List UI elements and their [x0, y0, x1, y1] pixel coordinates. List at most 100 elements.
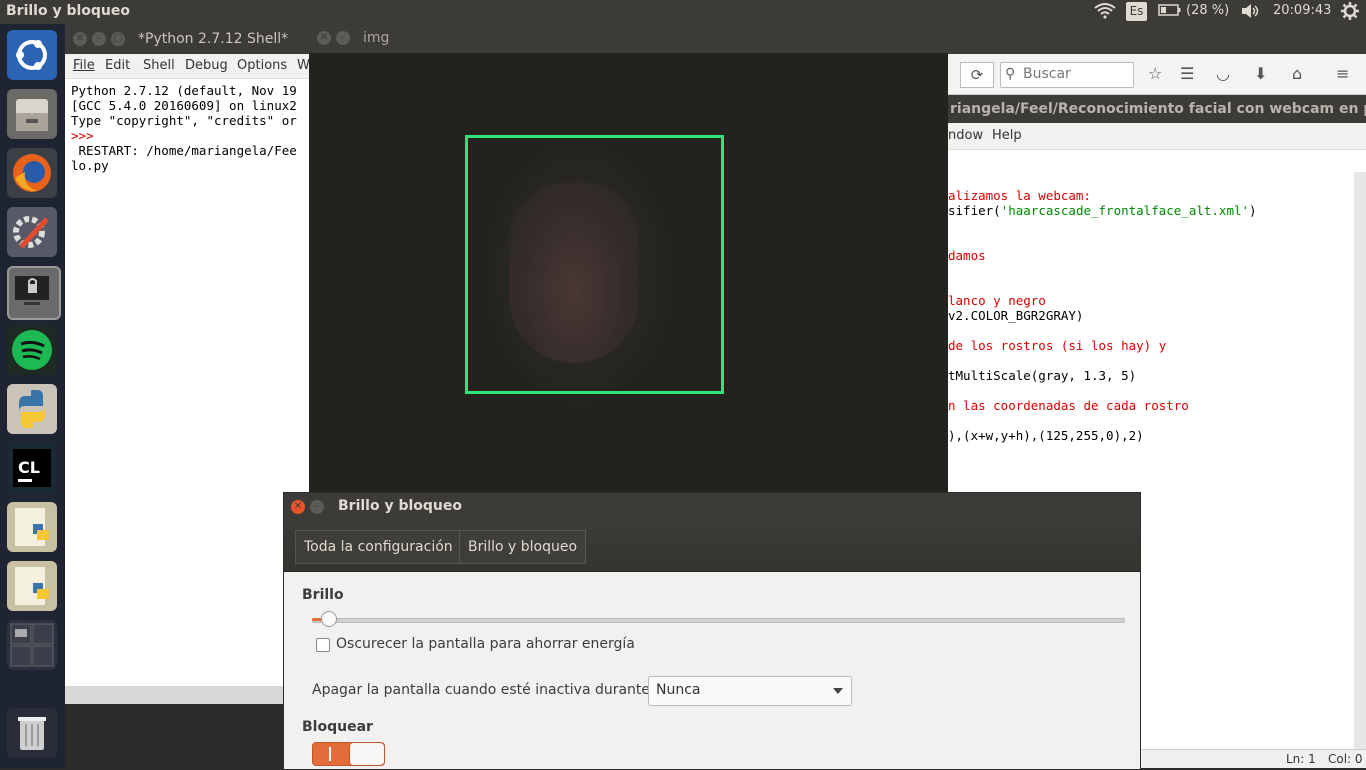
volume-icon[interactable]	[1240, 3, 1260, 23]
status-line: Ln: 1	[1286, 752, 1316, 766]
workspace-switcher-icon[interactable]	[7, 620, 57, 670]
code-line: n las coordenadas de cada rostro	[948, 398, 1189, 413]
idle-menubar: File Edit Shell Debug Options W	[65, 54, 315, 79]
browser-toolbar: ⟳ ⚲ Buscar ☆ ☰ ◡ ⬇ ⌂ ≡	[948, 54, 1366, 95]
close-icon[interactable]: ✕	[291, 500, 305, 514]
shell-line: RESTART: /home/mariangela/Fee	[71, 143, 297, 158]
code-area[interactable]: alizamos la webcam: sifier('haarcascade_f…	[948, 150, 1366, 443]
battery-percent: (28 %)	[1186, 3, 1230, 18]
menu-shell[interactable]: Shell	[143, 58, 175, 73]
home-icon[interactable]: ⌂	[1292, 64, 1302, 83]
clion-icon[interactable]: CL	[7, 443, 57, 493]
ubuntu-icon[interactable]	[7, 30, 57, 80]
active-window-title: Brillo y bloqueo	[6, 3, 131, 19]
maximize-icon[interactable]: □	[111, 32, 125, 46]
code-line: de los rostros (si los hay) y	[948, 338, 1167, 353]
settings-window: ✕ – Brillo y bloqueo Toda la configuraci…	[283, 492, 1141, 770]
browser-tabbar	[948, 24, 1366, 54]
files-icon[interactable]	[7, 89, 57, 139]
gear-icon[interactable]	[1341, 2, 1359, 24]
screen-off-select[interactable]: Nunca	[648, 676, 852, 706]
code-line: tMultiScale(gray, 1.3, 5)	[948, 368, 1137, 383]
menu-help[interactable]: Help	[992, 128, 1022, 143]
toggle-knob	[349, 743, 384, 765]
wifi-icon[interactable]	[1094, 3, 1116, 23]
system-settings-icon[interactable]	[7, 207, 57, 257]
shell-output[interactable]: Python 2.7.12 (default, Nov 19 [GCC 5.4.0…	[65, 79, 315, 177]
menu-file[interactable]: File	[73, 58, 95, 73]
shell-line: lo.py	[71, 158, 109, 173]
launcher: CL	[0, 24, 65, 768]
menu-window[interactable]: ndow	[948, 128, 983, 143]
reading-list-icon[interactable]: ☰	[1180, 64, 1194, 83]
spotify-icon[interactable]	[7, 325, 57, 375]
close-icon[interactable]: ✕	[73, 32, 87, 46]
battery-icon[interactable]	[1158, 3, 1182, 21]
status-col: Col: 0	[1328, 752, 1363, 766]
python-icon[interactable]	[7, 384, 57, 434]
menu-edit[interactable]: Edit	[105, 58, 130, 73]
reload-icon[interactable]: ⟳	[960, 62, 994, 88]
shell-line: Python 2.7.12 (default, Nov 19	[71, 83, 297, 98]
screen-off-label: Apagar la pantalla cuando esté inactiva …	[312, 682, 655, 698]
vertical-scrollbar[interactable]	[1354, 172, 1366, 768]
webcam-frame	[309, 53, 948, 494]
idle-title: *Python 2.7.12 Shell*	[138, 31, 289, 47]
settings-titlebar: ✕ – Brillo y bloqueo	[284, 493, 1140, 521]
python-file-icon[interactable]	[7, 502, 57, 552]
download-icon[interactable]: ⬇	[1254, 64, 1267, 83]
editor-menubar: ndow Help	[948, 123, 1366, 150]
img-window: ✕ – img	[309, 24, 948, 494]
brightness-slider[interactable]	[312, 618, 1125, 623]
bookmark-star-icon[interactable]: ☆	[1148, 64, 1162, 83]
code-line: lanco y negro	[948, 293, 1046, 308]
img-titlebar: ✕ – img	[309, 24, 948, 53]
lock-heading: Bloquear	[302, 719, 373, 735]
search-placeholder: Buscar	[1023, 66, 1071, 82]
shell-line: Type "copyright", "credits" or	[71, 113, 297, 128]
lock-toggle[interactable]	[312, 742, 385, 766]
settings-title: Brillo y bloqueo	[338, 498, 463, 514]
minimize-icon[interactable]: –	[310, 500, 324, 514]
top-panel: Brillo y bloqueo Es (28 %) 20:09:43	[0, 0, 1366, 24]
idle-shell-window: ✕ – □ *Python 2.7.12 Shell* File Edit Sh…	[65, 24, 315, 704]
keyboard-layout-indicator[interactable]: Es	[1126, 2, 1147, 21]
close-icon[interactable]: ✕	[317, 31, 331, 45]
dim-screen-label: Oscurecer la pantalla para ahorrar energ…	[336, 636, 635, 652]
search-icon: ⚲	[1005, 66, 1016, 82]
minimize-icon[interactable]: –	[92, 32, 106, 46]
search-input[interactable]: ⚲ Buscar	[1000, 62, 1134, 88]
python-file-icon[interactable]	[7, 561, 57, 611]
pocket-icon[interactable]: ◡	[1216, 64, 1230, 83]
chevron-down-icon	[833, 688, 843, 694]
horizontal-scrollbar[interactable]	[65, 686, 315, 704]
lock-screen-icon[interactable]	[7, 266, 61, 320]
menu-debug[interactable]: Debug	[185, 58, 228, 73]
toggle-on-mark	[329, 747, 331, 761]
trash-icon[interactable]	[7, 708, 57, 758]
menu-options[interactable]: Options	[237, 58, 287, 73]
face-detection-box	[465, 135, 724, 394]
idle-titlebar: ✕ – □ *Python 2.7.12 Shell*	[65, 24, 315, 54]
minimize-icon[interactable]: –	[336, 31, 350, 45]
firefox-icon[interactable]	[7, 148, 57, 198]
crumb-brightness-lock[interactable]: Brillo y bloqueo	[459, 530, 587, 564]
crumb-all-settings[interactable]: Toda la configuración	[295, 530, 462, 564]
code-line: sifier('haarcascade_frontalface_alt.xml'…	[948, 203, 1257, 218]
code-line: v2.COLOR_BGR2GRAY)	[948, 308, 1084, 323]
clock[interactable]: 20:09:43	[1273, 3, 1331, 18]
menu-window[interactable]: W	[297, 58, 310, 73]
brightness-slider-handle[interactable]	[321, 611, 338, 627]
img-title: img	[363, 30, 390, 46]
hamburger-menu-icon[interactable]: ≡	[1336, 64, 1349, 83]
editor-title: riangela/Feel/Reconocimiento facial con …	[948, 95, 1366, 123]
dim-screen-checkbox[interactable]	[316, 638, 330, 652]
